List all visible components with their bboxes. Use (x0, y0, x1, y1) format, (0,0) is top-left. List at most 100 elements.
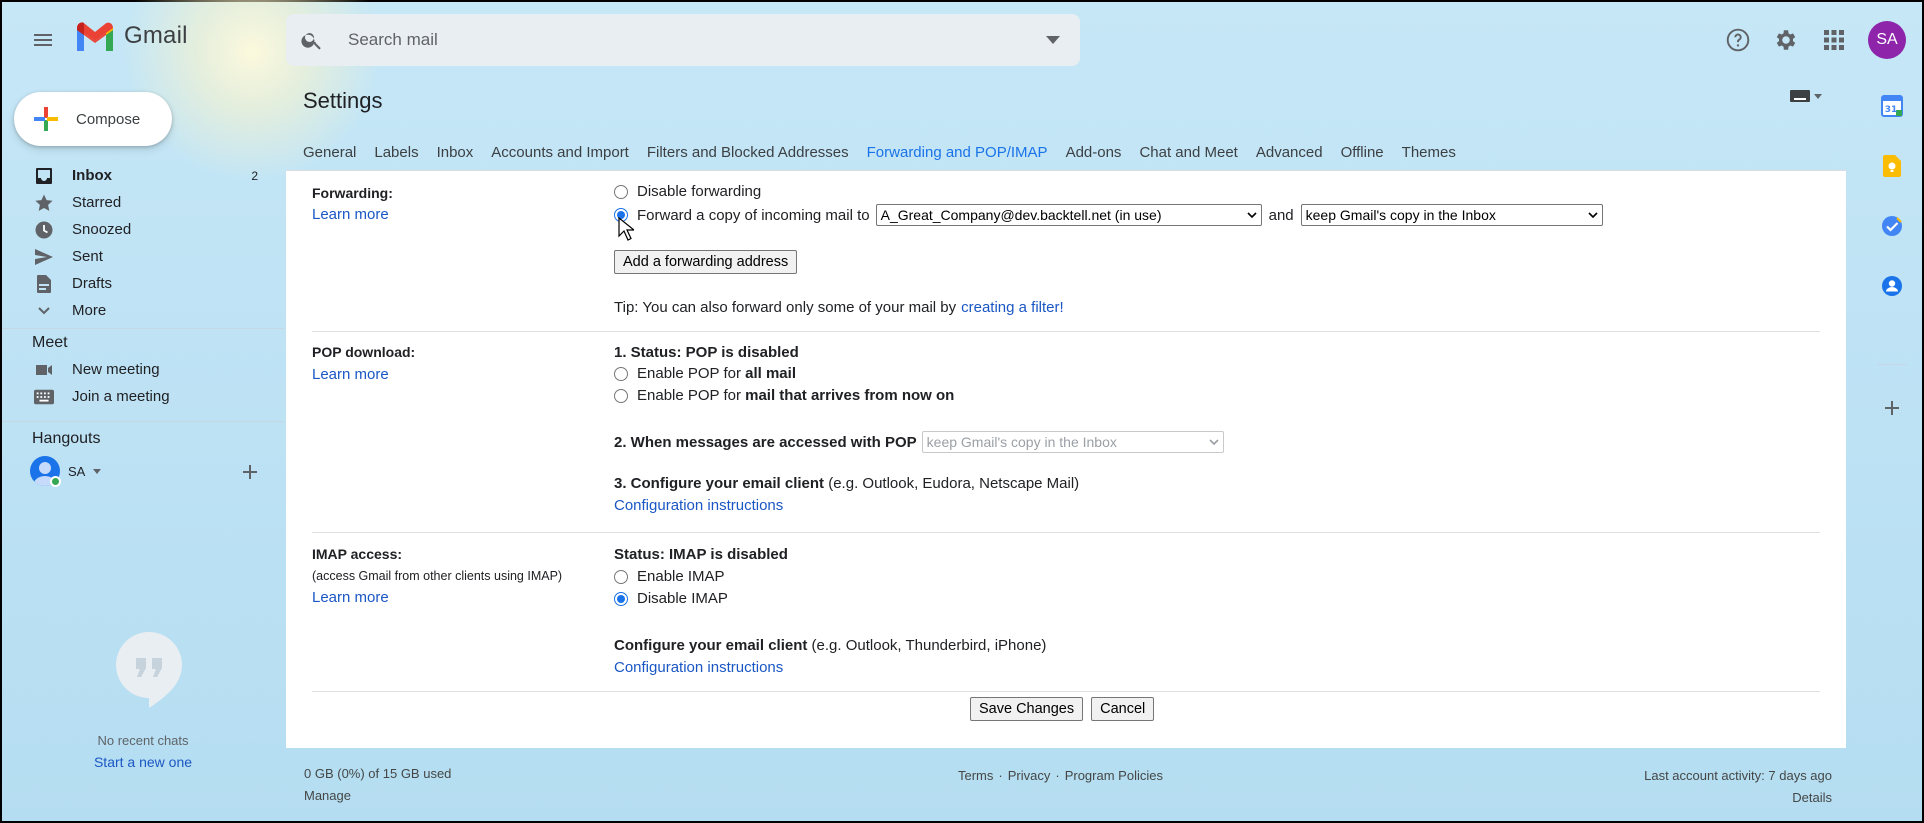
search-bar[interactable] (286, 14, 1080, 66)
activity-details-link[interactable]: Details (1792, 790, 1832, 805)
hangouts-section-title: Hangouts (32, 430, 101, 447)
nav-item-join-meeting[interactable]: Join a meeting (2, 383, 272, 410)
pop-enable-now-radio[interactable] (614, 388, 628, 403)
get-addons-button[interactable] (1872, 388, 1912, 428)
video-icon (34, 360, 54, 380)
footer-links: Terms · Privacy · Program Policies (958, 768, 1163, 783)
pop-enable-all-radio[interactable] (614, 366, 628, 381)
compose-button[interactable]: Compose (14, 92, 172, 146)
support-button[interactable] (1718, 20, 1758, 60)
apps-grid-icon (1824, 30, 1844, 50)
disable-forwarding-radio[interactable] (614, 184, 628, 199)
caret-down-icon (93, 468, 102, 474)
tab-forwarding-pop-imap[interactable]: Forwarding and POP/IMAP (857, 134, 1057, 173)
imap-disable-radio[interactable] (614, 591, 628, 606)
mouse-cursor-icon (618, 216, 636, 244)
create-filter-link[interactable]: creating a filter! (961, 299, 1064, 316)
side-panel: 31 (1862, 74, 1922, 823)
forward-copy-option: Forward a copy of incoming mail to A_Gre… (614, 204, 1603, 226)
forwarding-learn-more-link[interactable]: Learn more (312, 206, 389, 223)
tab-add-ons[interactable]: Add-ons (1057, 134, 1131, 170)
nav-item-new-meeting[interactable]: New meeting (2, 356, 272, 383)
pop-when-accessed: 2. When messages are accessed with POP k… (614, 431, 1224, 453)
inbox-unread-count: 2 (251, 168, 258, 183)
cancel-button[interactable]: Cancel (1091, 697, 1155, 721)
star-icon (34, 193, 54, 213)
nav-item-drafts[interactable]: Drafts (2, 270, 272, 297)
forwarding-label: Forwarding: (312, 185, 393, 201)
nav-divider (2, 328, 284, 329)
imap-configure: Configure your email client (e.g. Outloo… (614, 637, 1047, 654)
chevron-down-icon (1209, 438, 1219, 445)
forwarding-action-select[interactable]: keep Gmail's copy in the Inbox (1300, 204, 1603, 226)
account-avatar[interactable]: SA (1868, 21, 1906, 59)
pop-action-select[interactable]: keep Gmail's copy in the Inbox (921, 431, 1224, 453)
keyboard-icon (1790, 90, 1810, 102)
caret-down-icon (1046, 36, 1060, 44)
chevron-down-icon (1247, 211, 1257, 218)
tab-themes[interactable]: Themes (1393, 134, 1465, 170)
new-conversation-button[interactable] (238, 460, 262, 484)
save-changes-button[interactable]: Save Changes (970, 697, 1084, 721)
manage-storage-link[interactable]: Manage (304, 788, 351, 803)
pop-config-instructions-link[interactable]: Configuration instructions (614, 497, 783, 514)
pop-enable-all-option[interactable]: Enable POP for all mail (614, 365, 796, 382)
forwarding-address-select[interactable]: A_Great_Company@dev.backtell.net (in use… (875, 204, 1262, 226)
tab-offline[interactable]: Offline (1332, 134, 1393, 170)
svg-text:31: 31 (1885, 105, 1898, 115)
settings-tabs: General Labels Inbox Accounts and Import… (303, 134, 1465, 173)
program-policies-link[interactable]: Program Policies (1065, 768, 1163, 783)
tasks-app-button[interactable] (1872, 206, 1912, 246)
nav-item-inbox[interactable]: Inbox 2 (2, 162, 272, 189)
plus-icon (1885, 401, 1899, 415)
gmail-logo[interactable]: Gmail (74, 20, 188, 52)
imap-config-instructions-link[interactable]: Configuration instructions (614, 659, 783, 676)
search-options-button[interactable] (1026, 14, 1080, 66)
tab-general[interactable]: General (303, 134, 365, 170)
start-new-chat-link[interactable]: Start a new one (94, 754, 192, 770)
calendar-app-button[interactable]: 31 (1872, 86, 1912, 126)
pop-learn-more-link[interactable]: Learn more (312, 366, 389, 383)
imap-label: IMAP access: (312, 546, 403, 562)
hangouts-user[interactable]: SA (30, 456, 102, 487)
tab-chat-and-meet[interactable]: Chat and Meet (1130, 134, 1246, 170)
help-icon (1726, 28, 1750, 52)
main-menu-button[interactable] (24, 22, 62, 58)
nav-item-snoozed[interactable]: Snoozed (2, 216, 272, 243)
contacts-app-button[interactable] (1872, 266, 1912, 306)
forwarding-section: Forwarding: Learn more Disable forwardin… (312, 171, 1820, 332)
add-forwarding-address-button[interactable]: Add a forwarding address (614, 250, 798, 274)
pop-status: 1. Status: POP is disabled (614, 344, 799, 361)
imap-enable-radio[interactable] (614, 569, 628, 584)
terms-link[interactable]: Terms (958, 768, 993, 783)
nav-item-more[interactable]: More (2, 297, 272, 324)
settings-button[interactable] (1766, 20, 1806, 60)
privacy-link[interactable]: Privacy (1008, 768, 1051, 783)
gmail-m-icon (77, 22, 113, 51)
pop-enable-now-option[interactable]: Enable POP for mail that arrives from no… (614, 387, 954, 404)
meet-section-title: Meet (32, 334, 68, 351)
search-input[interactable] (338, 30, 1026, 50)
nav-item-sent[interactable]: Sent (2, 243, 272, 270)
top-header: Gmail SA (2, 2, 1922, 78)
imap-disable-option[interactable]: Disable IMAP (614, 590, 728, 607)
tab-filters[interactable]: Filters and Blocked Addresses (638, 134, 858, 170)
send-icon (34, 247, 54, 267)
meet-nav: New meeting Join a meeting (2, 356, 272, 410)
nav-item-starred[interactable]: Starred (2, 189, 272, 216)
keep-app-button[interactable] (1872, 146, 1912, 186)
tab-accounts-and-import[interactable]: Accounts and Import (482, 134, 638, 170)
tab-advanced[interactable]: Advanced (1247, 134, 1332, 170)
contacts-icon (1882, 276, 1902, 296)
input-tools-toggle[interactable] (1790, 90, 1822, 102)
tab-inbox[interactable]: Inbox (428, 134, 483, 170)
inbox-icon (34, 166, 54, 186)
search-button[interactable] (286, 14, 338, 66)
imap-enable-option[interactable]: Enable IMAP (614, 568, 725, 585)
imap-learn-more-link[interactable]: Learn more (312, 589, 389, 606)
hamburger-icon (34, 34, 52, 46)
google-apps-button[interactable] (1814, 20, 1854, 60)
tab-labels[interactable]: Labels (365, 134, 427, 170)
disable-forwarding-option[interactable]: Disable forwarding (614, 183, 761, 200)
imap-status: Status: IMAP is disabled (614, 546, 788, 563)
